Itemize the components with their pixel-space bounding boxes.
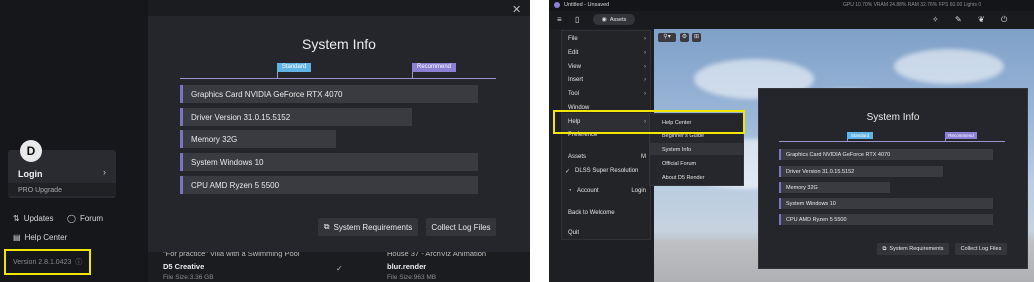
requirements-icon: ⧉ [882, 245, 887, 252]
viewport-camera-icon[interactable]: ⚲▾ [658, 33, 676, 42]
performance-stats: GPU 10.70% VRAM 24.88% RAM 32.76% FPS 60… [843, 2, 982, 8]
project-card-author: D5 Creative [163, 262, 205, 271]
title-bar: Untitled - Unsaved GPU 10.70% VRAM 24.88… [549, 0, 1034, 11]
tab-stem-recommend [945, 138, 946, 142]
project-card-size: File Size:3.36 GB [163, 274, 214, 281]
login-label: Login [18, 169, 43, 179]
forum-link[interactable]: ◯ Forum [67, 214, 103, 223]
forum-label: Forum [79, 214, 104, 223]
tab-stem-standard [277, 71, 278, 79]
menu-item-tool[interactable]: Tool [568, 91, 579, 97]
menu-item-account: Account [577, 188, 599, 194]
chevron-right-icon: › [644, 36, 646, 42]
assets-button[interactable]: ◉ Assets [593, 14, 635, 25]
lightbulb-icon[interactable]: ✧ [932, 15, 939, 24]
project-card-size: File Size:963 MB [387, 274, 437, 281]
menu-item-assets[interactable]: Assets [568, 154, 586, 160]
check-icon: ✓ [336, 264, 343, 273]
menu-item-edit[interactable]: Edit [568, 50, 578, 56]
help-center-label: Help Center [24, 233, 68, 242]
tab-stem-standard [847, 138, 848, 142]
viewport-layout-icon[interactable]: ⊞ [692, 33, 701, 42]
info-row-system: System Windows 10 [180, 153, 478, 171]
close-icon[interactable]: ✕ [512, 3, 521, 16]
menu-login-link[interactable]: Login [631, 188, 646, 194]
cloud [894, 49, 1004, 84]
system-info-modal-small: System Info Standard Recommend Graphics … [758, 88, 1028, 269]
system-requirements-button[interactable]: ⧉ System Requirements [318, 218, 418, 236]
system-requirements-label: System Requirements [333, 222, 413, 232]
main-menu: File › Edit › View › Insert › Tool › Win… [561, 30, 651, 240]
top-toolbar: ≡ ▯ ◉ Assets ✧ ✎ ❦ ⏻ [549, 11, 1034, 29]
left-launcher-panel: Login › D PRO Upgrade ⇅ Updates ◯ Forum … [0, 0, 530, 282]
requirements-icon: ⧉ [323, 222, 330, 231]
chevron-right-icon: › [644, 77, 646, 83]
viewport-settings-icon[interactable]: ⚙ [680, 33, 689, 42]
tab-standard[interactable]: Standard [277, 63, 311, 72]
info-row-system: System Windows 10 [779, 198, 993, 209]
updates-label: Updates [23, 214, 54, 223]
tab-recommend[interactable]: Recommend [945, 132, 977, 139]
modal-title: System Info [866, 112, 920, 123]
account-icon: ◔ [568, 188, 572, 194]
info-row-driver: Driver Version 31.0.15.5152 [779, 166, 943, 177]
assets-label: Assets [609, 16, 627, 23]
menu-item-dlss[interactable]: DLSS Super Resolution [575, 168, 638, 174]
info-row-memory: Memory 32G [779, 182, 890, 193]
leaf-icon[interactable]: ❦ [978, 15, 985, 24]
collect-log-files-button[interactable]: Collect Log Files [955, 243, 1007, 255]
forum-icon: ◯ [67, 214, 76, 223]
updates-link[interactable]: ⇅ Updates [13, 214, 54, 223]
info-row-graphics: Graphics Card NVIDIA GeForce RTX 4070 [180, 85, 478, 103]
submenu-official-forum[interactable]: Official Forum [662, 161, 696, 167]
system-info-modal: System Info Standard Recommend Graphics … [148, 16, 530, 252]
check-icon: ✓ [565, 169, 571, 175]
info-row-cpu: CPU AMD Ryzen 5 5500 [779, 214, 993, 225]
avatar[interactable]: D [20, 140, 42, 162]
screenshot-root: Login › D PRO Upgrade ⇅ Updates ◯ Forum … [0, 0, 1034, 282]
tab-divider [779, 141, 1005, 142]
submenu-system-info[interactable]: System Info [662, 147, 691, 153]
tab-divider [180, 78, 496, 79]
chevron-right-icon: › [644, 64, 646, 70]
power-icon[interactable]: ⏻ [1001, 15, 1007, 25]
assets-shortcut: M [641, 154, 646, 160]
file-icon[interactable]: ▯ [575, 15, 579, 24]
window-title: Untitled - Unsaved [564, 2, 610, 8]
tab-recommend[interactable]: Recommend [412, 63, 456, 72]
info-row-graphics: Graphics Card NVIDIA GeForce RTX 4070 [779, 149, 993, 160]
chevron-right-icon: › [103, 167, 106, 177]
right-editor-panel: Untitled - Unsaved GPU 10.70% VRAM 24.88… [549, 0, 1034, 282]
highlight-box-help [553, 110, 745, 134]
pro-upgrade-link[interactable]: PRO Upgrade [18, 187, 62, 194]
tab-standard[interactable]: Standard [847, 132, 873, 139]
info-row-driver: Driver Version 31.0.15.5152 [180, 108, 412, 126]
collect-log-files-button[interactable]: Collect Log Files [426, 218, 496, 236]
updates-icon: ⇅ [13, 214, 20, 223]
chevron-right-icon: › [644, 91, 646, 97]
assets-icon: ◉ [601, 17, 607, 23]
modal-title: System Info [302, 36, 376, 52]
info-row-memory: Memory 32G [180, 130, 336, 148]
submenu-about[interactable]: About D5 Render [662, 175, 705, 181]
menu-item-file[interactable]: File [568, 36, 578, 42]
menu-item-quit[interactable]: Quit [568, 230, 579, 236]
tab-stem-recommend [412, 71, 413, 79]
tools-icon[interactable]: ✎ [955, 15, 962, 24]
help-center-link[interactable]: ▤ Help Center [13, 233, 67, 242]
app-logo-icon [554, 2, 560, 8]
menu-item-view[interactable]: View [568, 64, 581, 70]
help-book-icon: ▤ [13, 233, 21, 242]
project-card-author: blur.render [387, 262, 427, 271]
hamburger-menu-icon[interactable]: ≡ [557, 15, 562, 24]
chevron-right-icon: › [644, 50, 646, 56]
menu-item-back-to-welcome[interactable]: Back to Welcome [568, 210, 615, 216]
highlight-box-version [4, 249, 91, 275]
system-requirements-label: System Requirements [889, 246, 944, 252]
system-requirements-button[interactable]: ⧉ System Requirements [877, 243, 949, 255]
info-row-cpu: CPU AMD Ryzen 5 5500 [180, 176, 478, 194]
menu-item-insert[interactable]: Insert [568, 77, 583, 83]
